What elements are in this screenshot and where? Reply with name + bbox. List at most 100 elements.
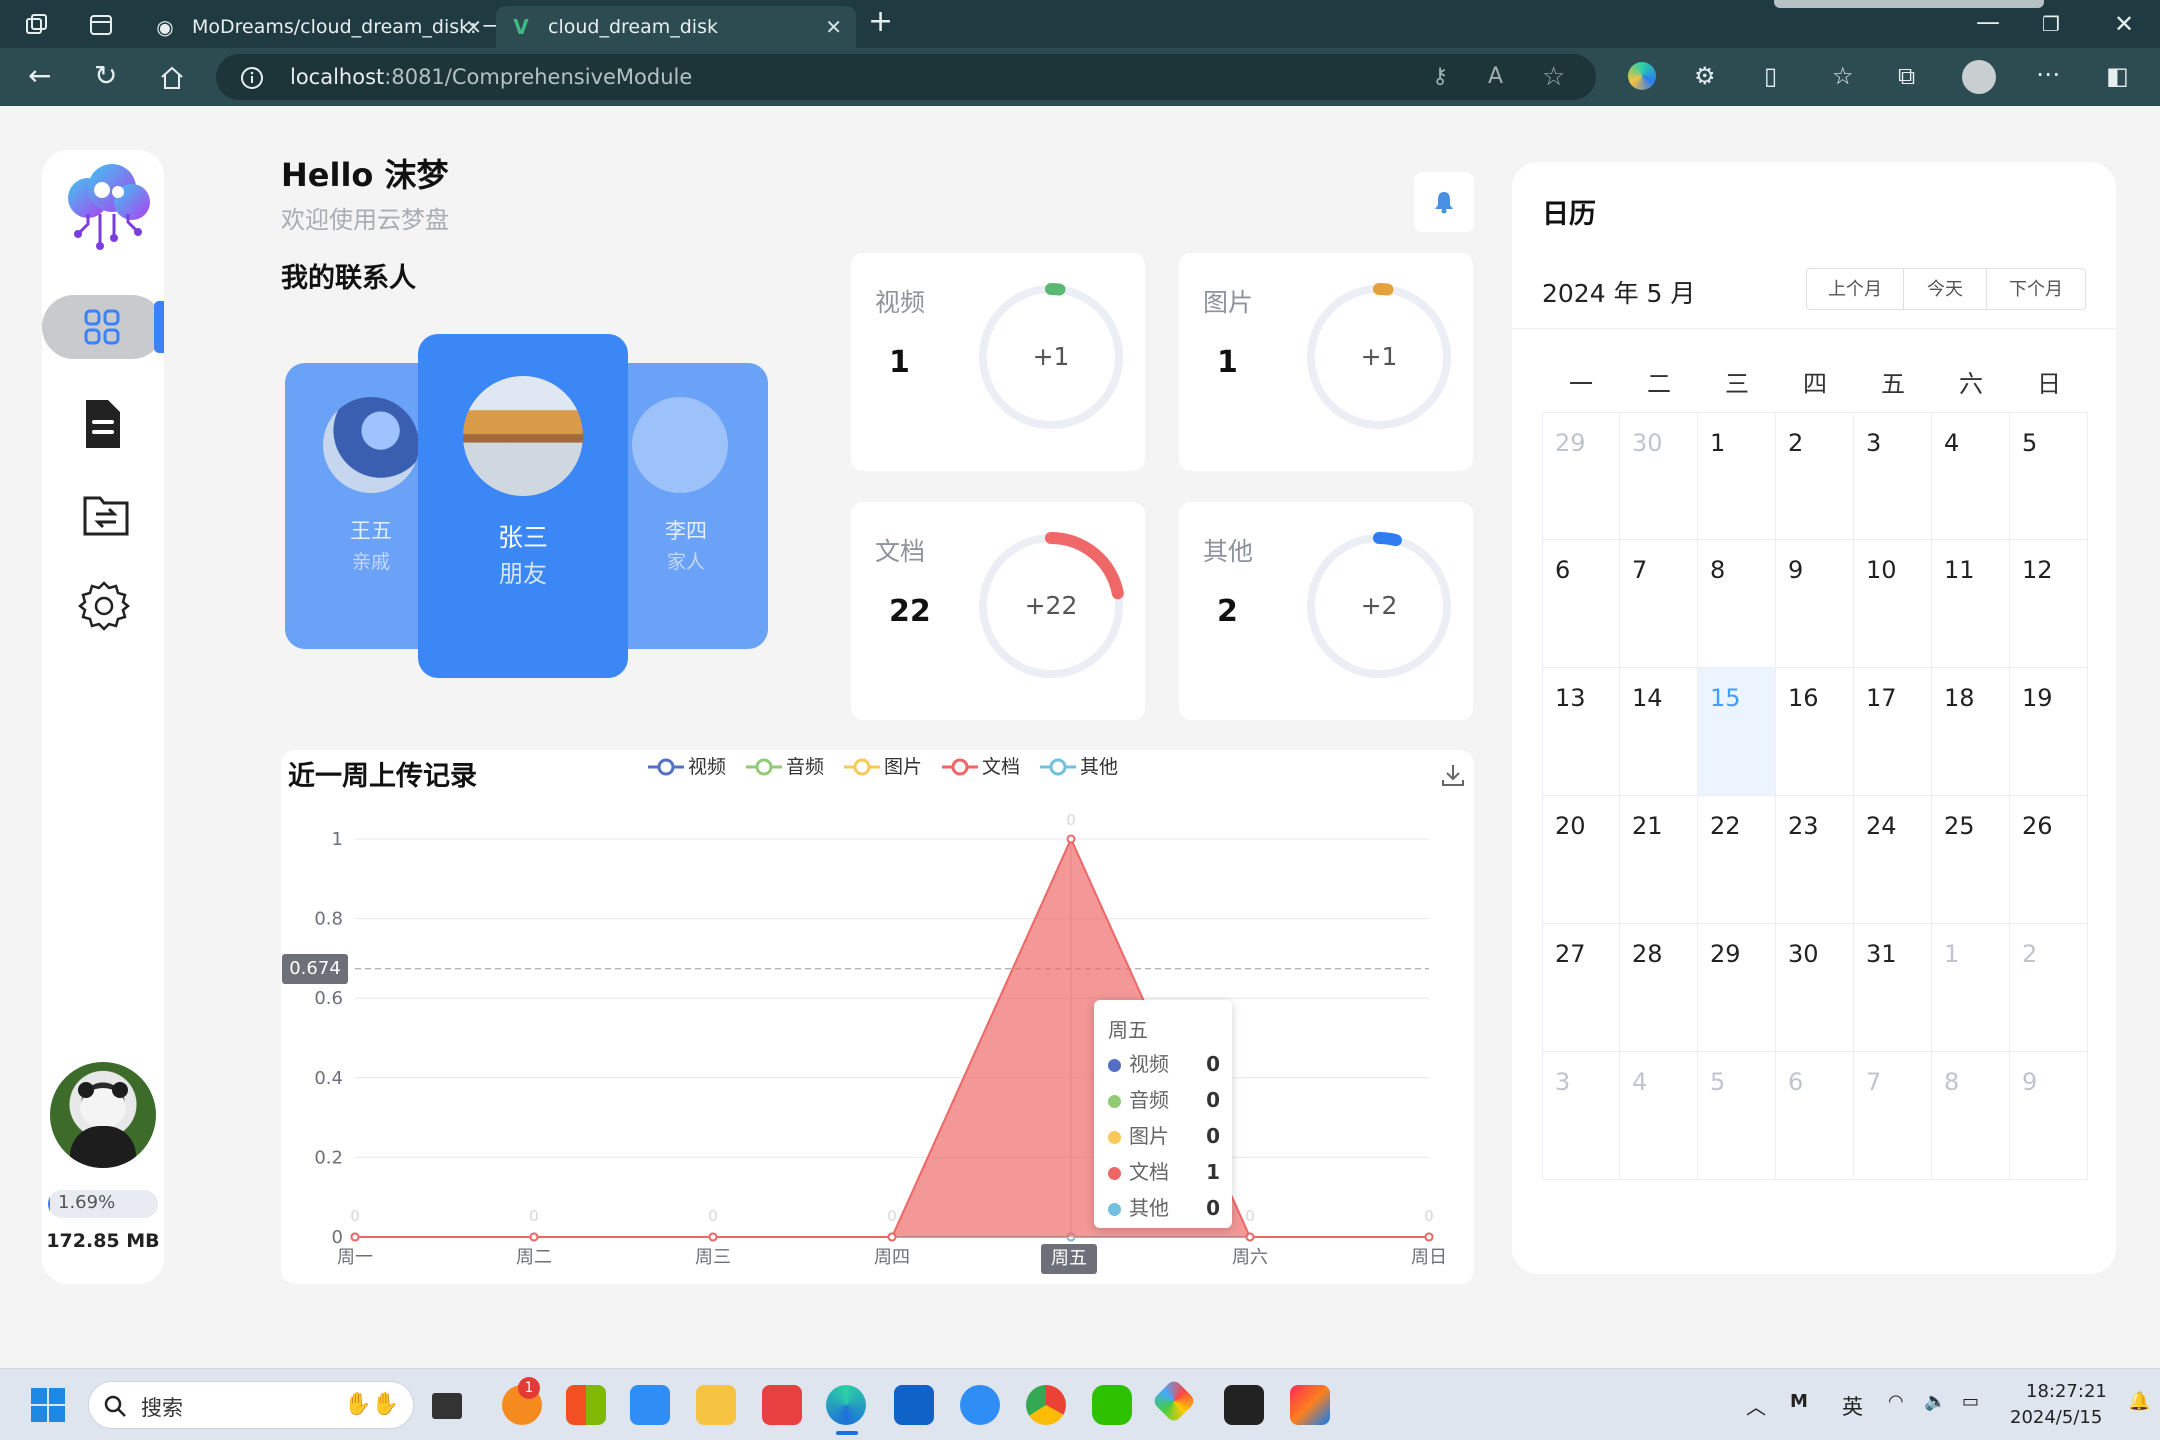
- calendar-day[interactable]: 15: [1698, 668, 1776, 796]
- intellij-icon[interactable]: [1290, 1385, 1330, 1425]
- contact-card-selected[interactable]: 张三 朋友: [418, 334, 628, 678]
- calendar-day[interactable]: 30: [1776, 924, 1854, 1052]
- favorite-star-icon[interactable]: ☆: [1542, 62, 1565, 92]
- calendar-day[interactable]: 19: [2010, 668, 2088, 796]
- calendar-day[interactable]: 7: [1620, 540, 1698, 668]
- calendar-day[interactable]: 2: [1776, 412, 1854, 540]
- data-point[interactable]: [1424, 1232, 1434, 1242]
- calendar-day[interactable]: 13: [1542, 668, 1620, 796]
- calendar-day[interactable]: 5: [1698, 1052, 1776, 1180]
- restore-icon[interactable]: ❐: [2042, 12, 2060, 36]
- calendar-day[interactable]: 9: [2010, 1052, 2088, 1180]
- edge-browser-icon[interactable]: [826, 1385, 866, 1425]
- nav-settings[interactable]: [42, 574, 164, 638]
- calendar-day[interactable]: 31: [1854, 924, 1932, 1052]
- legend-item[interactable]: 其他: [1040, 752, 1118, 779]
- data-point[interactable]: [1066, 834, 1076, 844]
- notification-center-icon[interactable]: 🔔: [2128, 1391, 2150, 1412]
- close-tab-icon[interactable]: ✕: [465, 6, 482, 48]
- calendar-day[interactable]: 3: [1854, 412, 1932, 540]
- new-tab-icon[interactable]: +: [868, 7, 893, 37]
- calendar-day[interactable]: 22: [1698, 796, 1776, 924]
- address-bar[interactable]: localhost:8081/ComprehensiveModule ⚷ A ☆: [216, 54, 1596, 100]
- calendar-day[interactable]: 12: [2010, 540, 2088, 668]
- clock-date[interactable]: 2024/5/15: [2010, 1407, 2102, 1428]
- calendar-day[interactable]: 7: [1854, 1052, 1932, 1180]
- ime-indicator[interactable]: 英: [1842, 1391, 1863, 1421]
- clock-time[interactable]: 18:27:21: [2026, 1381, 2107, 1402]
- profile-avatar[interactable]: [1962, 60, 1996, 94]
- calendar-day[interactable]: 6: [1776, 1052, 1854, 1180]
- calendar-day[interactable]: 21: [1620, 796, 1698, 924]
- calendar-day[interactable]: 16: [1776, 668, 1854, 796]
- windows-start-icon[interactable]: [30, 1387, 66, 1423]
- tray-app-icon[interactable]: M: [1790, 1391, 1808, 1412]
- tray-expand-icon[interactable]: ︿: [1746, 1391, 1766, 1420]
- user-avatar[interactable]: [50, 1062, 156, 1168]
- legend-item[interactable]: 视频: [648, 752, 726, 779]
- microsoft-store-icon[interactable]: [566, 1385, 606, 1425]
- store-icon[interactable]: [894, 1385, 934, 1425]
- terminal-icon[interactable]: [1224, 1385, 1264, 1425]
- favorites-icon[interactable]: ☆: [1832, 64, 1854, 88]
- back-icon[interactable]: ←: [28, 62, 51, 90]
- calendar-day[interactable]: 1: [1698, 412, 1776, 540]
- collections-icon[interactable]: ⧉: [1898, 64, 1915, 88]
- legend-item[interactable]: 图片: [844, 752, 922, 779]
- data-point[interactable]: [887, 1232, 897, 1242]
- refresh-icon[interactable]: ↻: [94, 62, 117, 90]
- calendar-day[interactable]: 30: [1620, 412, 1698, 540]
- calendar-day[interactable]: 6: [1542, 540, 1620, 668]
- tab-github[interactable]: ◉ MoDreams/cloud_dream_disk: 一 ✕: [140, 6, 496, 48]
- calendar-day[interactable]: 24: [1854, 796, 1932, 924]
- legend-item[interactable]: 音频: [746, 752, 824, 779]
- calendar-day[interactable]: 23: [1776, 796, 1854, 924]
- prev-month-button[interactable]: 上个月: [1806, 268, 1904, 310]
- read-aloud-icon[interactable]: A: [1488, 64, 1503, 89]
- split-screen-icon[interactable]: ▯: [1764, 64, 1777, 88]
- nav-dashboard[interactable]: [42, 295, 164, 359]
- stat-card-video[interactable]: 视频 1 +1: [851, 253, 1145, 471]
- calendar-day[interactable]: 20: [1542, 796, 1620, 924]
- calendar-day[interactable]: 1: [1932, 924, 2010, 1052]
- nav-file-transfer[interactable]: [42, 482, 164, 546]
- site-info-icon[interactable]: [240, 66, 264, 90]
- calendar-day[interactable]: 3: [1542, 1052, 1620, 1180]
- data-point[interactable]: [1245, 1232, 1255, 1242]
- calendar-day[interactable]: 27: [1542, 924, 1620, 1052]
- edge-copilot-icon[interactable]: [1628, 62, 1656, 90]
- volume-icon[interactable]: 🔈: [1924, 1391, 1946, 1412]
- workspaces-icon[interactable]: [24, 12, 50, 38]
- calendar-day[interactable]: 14: [1620, 668, 1698, 796]
- more-icon[interactable]: ⋯: [2036, 62, 2060, 86]
- minimize-icon[interactable]: —: [1976, 10, 2000, 34]
- home-icon[interactable]: [158, 64, 186, 92]
- stat-card-document[interactable]: 文档 22 +22: [851, 502, 1145, 720]
- upload-chart[interactable]: 00.20.40.60.81周一周二周三周四周五周六周日0000000: [281, 800, 1474, 1280]
- extensions-icon[interactable]: ⚙: [1694, 64, 1716, 88]
- calendar-day[interactable]: 4: [1932, 412, 2010, 540]
- task-view-icon[interactable]: [432, 1393, 462, 1419]
- calendar-day[interactable]: 2: [2010, 924, 2088, 1052]
- color-app-icon[interactable]: [1151, 1378, 1197, 1424]
- wechat-icon[interactable]: [1092, 1385, 1132, 1425]
- sidebar-toggle-icon[interactable]: ◧: [2106, 64, 2129, 88]
- tab-cloud-dream-disk[interactable]: V cloud_dream_disk ✕: [496, 6, 856, 48]
- calendar-day[interactable]: 11: [1932, 540, 2010, 668]
- nav-documents[interactable]: [42, 386, 164, 450]
- data-point[interactable]: [529, 1232, 539, 1242]
- close-window-icon[interactable]: ✕: [2114, 12, 2134, 36]
- tab-actions-icon[interactable]: [88, 12, 114, 38]
- calendar-day[interactable]: 8: [1698, 540, 1776, 668]
- calendar-day[interactable]: 18: [1932, 668, 2010, 796]
- taskbar-search[interactable]: 搜索 ✋✋: [88, 1381, 414, 1429]
- data-point[interactable]: [708, 1232, 718, 1242]
- calendar-day[interactable]: 8: [1932, 1052, 2010, 1180]
- close-tab-icon[interactable]: ✕: [825, 6, 842, 48]
- remote-app-icon[interactable]: [960, 1385, 1000, 1425]
- wifi-icon[interactable]: ◠: [1888, 1391, 1904, 1412]
- calendar-day[interactable]: 17: [1854, 668, 1932, 796]
- contact-card[interactable]: 李四 家人: [606, 363, 768, 649]
- stat-card-image[interactable]: 图片 1 +1: [1179, 253, 1473, 471]
- stat-card-other[interactable]: 其他 2 +2: [1179, 502, 1473, 720]
